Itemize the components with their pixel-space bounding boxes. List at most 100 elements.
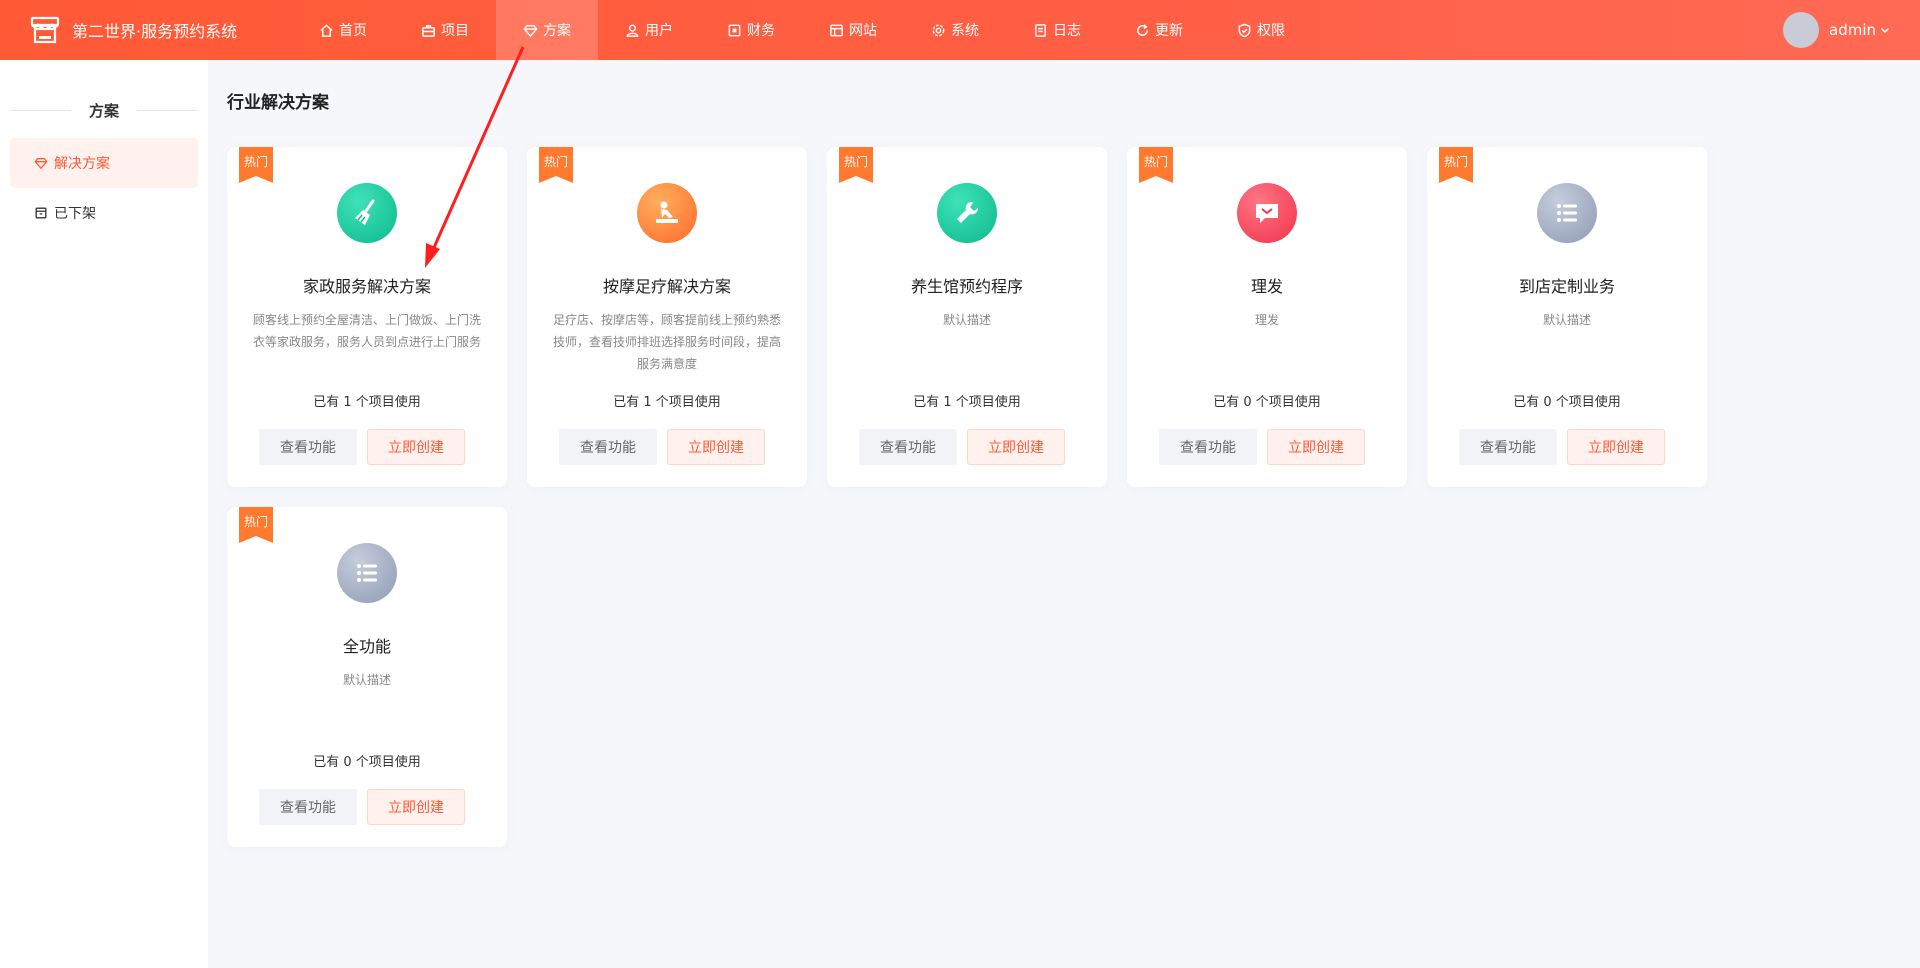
create-now-button[interactable]: 立即创建 [367,429,465,465]
divider [137,109,199,111]
sidebar-item-delisted[interactable]: 已下架 [10,188,198,238]
card-description: 默认描述 [942,313,991,327]
create-now-button[interactable]: 立即创建 [367,789,465,825]
view-features-button[interactable]: 查看功能 [1159,429,1257,465]
card-title: 养生馆预约程序 [910,277,1023,296]
create-now-button[interactable]: 立即创建 [1267,429,1365,465]
nav-label: 用户 [645,23,673,39]
hot-badge: 热门 [843,155,868,169]
card-description: 顾客线上预约全屋清洁、上门做饭、上门洗衣等家政服务，服务人员到点进行上门服务 [252,313,481,349]
card-description: 默认描述 [1542,313,1591,327]
user-menu[interactable]: admin [1783,0,1890,60]
card-title: 到店定制业务 [1518,277,1615,296]
card-description: 足疗店、按摩店等，顾客提前线上预约熟悉技师，查看技师排班选择服务时间段，提高服务… [552,313,781,371]
nav-website[interactable]: 网站 [802,0,904,60]
nav-label: 更新 [1155,23,1183,39]
main-content: 行业解决方案 热门 家政服务解决方案 顾客线上预约全屋清洁、上门做饭、上门洗衣等… [208,60,1920,968]
nav-label: 系统 [951,23,979,39]
store-logo-icon [30,16,60,44]
archive-icon [35,207,47,219]
solution-card: 热门 家政服务解决方案 顾客线上预约全屋清洁、上门做饭、上门洗衣等家政服务，服务… [227,147,507,487]
card-title: 理发 [1250,277,1283,296]
solution-card: 热门 养生馆预约程序 默认描述 已有 1 个项目使用 查看功能 立即创建 [827,147,1107,487]
card-usage: 已有 0 个项目使用 [313,755,421,770]
shield-icon [1238,23,1251,37]
diamond-icon [34,157,48,170]
top-nav: 首页 项目 方案 用户 财务 网站 系统 日志 更新 权限 [292,0,1312,60]
sidebar: 方案 解决方案 已下架 [0,60,208,968]
card-title: 全功能 [342,637,391,656]
card-usage: 已有 1 个项目使用 [613,395,721,410]
nav-label: 财务 [747,23,775,39]
nav-label: 方案 [543,23,571,39]
list-icon [1537,183,1597,243]
card-usage: 已有 1 个项目使用 [313,395,421,410]
nav-label: 首页 [339,23,367,39]
hot-badge: 热门 [543,155,568,169]
gear-icon [932,24,945,36]
sidebar-item-label: 解决方案 [54,156,110,172]
view-features-button[interactable]: 查看功能 [859,429,957,465]
nav-label: 项目 [441,23,469,39]
divider [10,109,71,111]
finance-icon [728,24,741,36]
avatar[interactable] [1783,12,1819,48]
refresh-icon [1137,23,1148,36]
wrench-icon [937,183,997,243]
nav-permission[interactable]: 权限 [1210,0,1312,60]
nav-update[interactable]: 更新 [1108,0,1210,60]
brand[interactable]: 第二世界·服务预约系统 [30,15,280,45]
hot-badge: 热门 [1443,155,1468,169]
app-title: 第二世界·服务预约系统 [72,22,238,41]
nav-users[interactable]: 用户 [598,0,700,60]
create-now-button[interactable]: 立即创建 [667,429,765,465]
sidebar-title: 方案 [89,101,120,120]
view-features-button[interactable]: 查看功能 [1459,429,1557,465]
hot-badge: 热门 [243,515,268,529]
card-usage: 已有 1 个项目使用 [913,395,1021,410]
card-title: 按摩足疗解决方案 [602,277,731,296]
sidebar-header: 方案 [0,60,208,130]
nav-label: 权限 [1257,23,1285,39]
card-description: 默认描述 [342,673,391,687]
view-features-button[interactable]: 查看功能 [559,429,657,465]
users-icon [626,24,639,37]
card-usage: 已有 0 个项目使用 [1513,395,1621,410]
create-now-button[interactable]: 立即创建 [1567,429,1665,465]
nav-system[interactable]: 系统 [904,0,1006,60]
solution-card: 热门 理发 理发 已有 0 个项目使用 查看功能 立即创建 [1127,147,1407,487]
list-icon [337,543,397,603]
nav-label: 日志 [1053,23,1081,39]
massage-icon [637,183,697,243]
top-header: 第二世界·服务预约系统 首页 项目 方案 用户 财务 网站 系统 日志 更新 权… [0,0,1920,60]
nav-project[interactable]: 项目 [394,0,496,60]
nav-label: 网站 [849,23,877,39]
nav-home[interactable]: 首页 [292,0,394,60]
log-icon [1035,23,1046,37]
solution-card: 热门 按摩足疗解决方案 足疗店、按摩店等，顾客提前线上预约熟悉技师，查看技师排班… [527,147,807,487]
create-now-button[interactable]: 立即创建 [967,429,1065,465]
hot-badge: 热门 [243,155,268,169]
sidebar-item-label: 已下架 [54,206,96,222]
view-features-button[interactable]: 查看功能 [259,429,357,465]
briefcase-icon [422,24,435,37]
home-icon [320,23,333,37]
sidebar-item-solutions[interactable]: 解决方案 [10,138,198,188]
solution-card: 热门 全功能 默认描述 已有 0 个项目使用 查看功能 立即创建 [227,507,507,847]
nav-log[interactable]: 日志 [1006,0,1108,60]
page-title: 行业解决方案 [227,93,329,113]
broom-icon [337,183,397,243]
chevron-down-icon [1880,27,1890,34]
solution-card: 热门 到店定制业务 默认描述 已有 0 个项目使用 查看功能 立即创建 [1427,147,1707,487]
chat-icon [1237,183,1297,243]
username: admin [1829,21,1876,39]
card-usage: 已有 0 个项目使用 [1213,395,1321,410]
nav-solution[interactable]: 方案 [496,0,598,60]
card-description: 理发 [1254,313,1279,327]
card-title: 家政服务解决方案 [302,277,431,296]
diamond-icon [523,24,538,37]
hot-badge: 热门 [1143,155,1168,169]
view-features-button[interactable]: 查看功能 [259,789,357,825]
nav-finance[interactable]: 财务 [700,0,802,60]
website-icon [830,24,843,36]
